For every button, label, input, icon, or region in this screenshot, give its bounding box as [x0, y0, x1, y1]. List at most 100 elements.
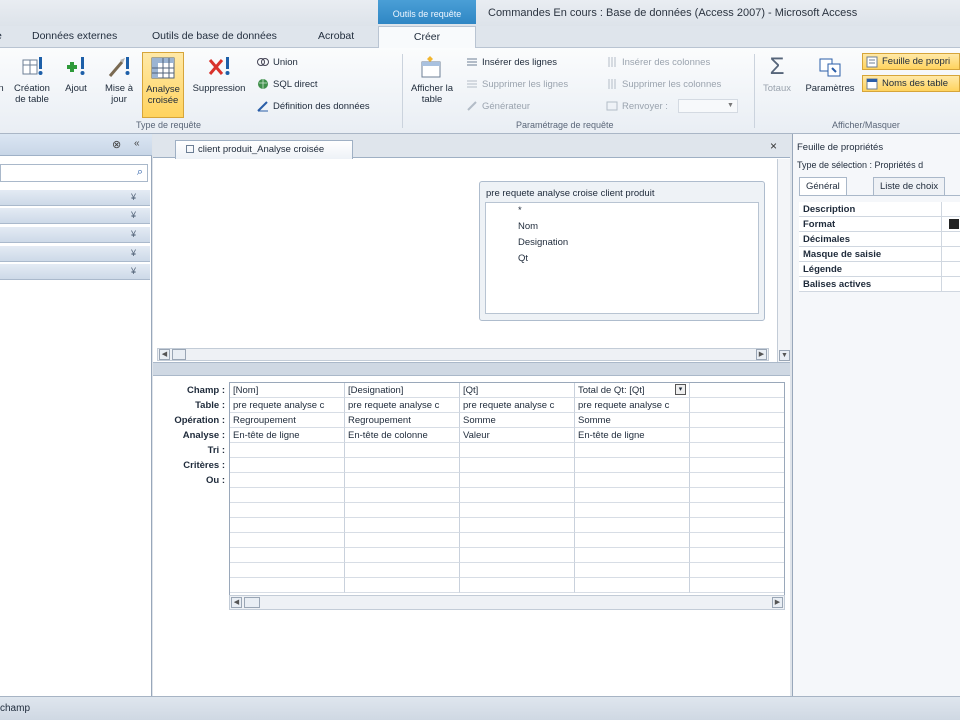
- insert-rows-button[interactable]: Insérer des lignes: [466, 54, 557, 70]
- grid-cell[interactable]: [690, 533, 784, 548]
- grid-cell[interactable]: [345, 563, 460, 578]
- table-names-button[interactable]: Noms des table: [862, 75, 960, 92]
- data-definition-button[interactable]: Définition des données: [257, 98, 370, 114]
- grid-cell-table[interactable]: pre requete analyse c: [230, 398, 345, 413]
- append-button[interactable]: Ajout: [57, 52, 95, 118]
- nav-group-5[interactable]: ¥: [0, 264, 150, 280]
- grid-cell[interactable]: [690, 518, 784, 533]
- grid-cell[interactable]: [575, 533, 690, 548]
- field-item[interactable]: *: [518, 205, 522, 216]
- field-list-window[interactable]: pre requete analyse croise client produi…: [479, 181, 765, 321]
- property-sheet-button[interactable]: Feuille de propri: [862, 53, 960, 70]
- grid-cell[interactable]: [460, 458, 575, 473]
- tab-design[interactable]: Créer: [378, 26, 476, 49]
- property-row-caption[interactable]: Légende: [799, 262, 960, 277]
- scroll-right-icon[interactable]: ▶: [772, 597, 783, 608]
- tab-lookup[interactable]: Liste de choix: [873, 177, 946, 195]
- nav-group-1[interactable]: ¥: [0, 190, 150, 206]
- pass-through-button[interactable]: SQL direct: [257, 76, 318, 92]
- nav-group-4[interactable]: ¥: [0, 246, 150, 262]
- grid-cell[interactable]: [345, 458, 460, 473]
- grid-cell-table[interactable]: [690, 398, 784, 413]
- update-button[interactable]: Mise à jour: [99, 52, 139, 118]
- crosstab-button[interactable]: Analyse croisée: [142, 52, 184, 118]
- scroll-thumb[interactable]: [172, 349, 186, 360]
- grid-cell[interactable]: [690, 563, 784, 578]
- grid-cell[interactable]: [345, 503, 460, 518]
- grid-cell[interactable]: [230, 518, 345, 533]
- field-item[interactable]: Nom: [518, 221, 538, 232]
- grid-cell[interactable]: [460, 503, 575, 518]
- table-pane-h-scrollbar[interactable]: ◀ ▶: [157, 348, 769, 361]
- grid-cell-champ[interactable]: [Nom]: [230, 383, 345, 398]
- grid-cell[interactable]: [345, 518, 460, 533]
- property-row-decimals[interactable]: Décimales: [799, 232, 960, 247]
- grid-cell[interactable]: [345, 548, 460, 563]
- grid-cell-analyse[interactable]: En-tête de colonne: [345, 428, 460, 443]
- field-item[interactable]: Qt: [518, 253, 528, 264]
- builder-button[interactable]: Générateur: [466, 98, 530, 114]
- field-item[interactable]: Designation: [518, 237, 568, 248]
- grid-cell-analyse[interactable]: En-tête de ligne: [230, 428, 345, 443]
- grid-cell[interactable]: [460, 443, 575, 458]
- grid-cell[interactable]: [690, 503, 784, 518]
- grid-cell[interactable]: [230, 548, 345, 563]
- delete-rows-button[interactable]: Supprimer les lignes: [466, 76, 568, 92]
- nav-group-2[interactable]: ¥: [0, 208, 150, 224]
- grid-cell[interactable]: [690, 488, 784, 503]
- totals-button[interactable]: Σ Totaux: [758, 52, 796, 118]
- grid-cell-analyse[interactable]: En-tête de ligne: [575, 428, 690, 443]
- property-row-description[interactable]: Description: [799, 202, 960, 217]
- grid-cell-champ[interactable]: [Designation]: [345, 383, 460, 398]
- grid-cell[interactable]: [575, 473, 690, 488]
- grid-cell[interactable]: [575, 578, 690, 593]
- grid-cell[interactable]: [230, 563, 345, 578]
- grid-cell-table[interactable]: pre requete analyse c: [460, 398, 575, 413]
- nav-search-input[interactable]: ⌕: [0, 164, 148, 182]
- grid-cell[interactable]: [460, 578, 575, 593]
- grid-cell[interactable]: [690, 578, 784, 593]
- grid-cell-champ[interactable]: Total de Qt: [Qt] ▾: [575, 383, 690, 398]
- grid-cell-table[interactable]: pre requete analyse c: [575, 398, 690, 413]
- tab-general[interactable]: Général: [799, 177, 847, 195]
- grid-cell-champ[interactable]: [690, 383, 784, 398]
- grid-cell[interactable]: [575, 518, 690, 533]
- tab-acrobat[interactable]: Acrobat: [318, 30, 354, 42]
- nav-group-3[interactable]: ¥: [0, 227, 150, 243]
- scroll-down-icon[interactable]: ▼: [779, 350, 790, 361]
- grid-cell[interactable]: [575, 443, 690, 458]
- grid-cell[interactable]: [575, 563, 690, 578]
- pane-splitter[interactable]: [153, 362, 790, 376]
- grid-cell[interactable]: [690, 458, 784, 473]
- grid-cell[interactable]: [230, 443, 345, 458]
- property-row-format[interactable]: Format: [799, 217, 960, 232]
- delete-query-button[interactable]: Suppression: [186, 52, 252, 118]
- return-selector[interactable]: Renvoyer : ▼: [606, 98, 738, 114]
- grid-cell-operation[interactable]: Somme: [460, 413, 575, 428]
- tab-create-truncated[interactable]: e: [0, 30, 2, 42]
- scroll-right-icon[interactable]: ▶: [756, 349, 767, 360]
- grid-cell[interactable]: [345, 578, 460, 593]
- document-tab[interactable]: client produit_Analyse croisée: [175, 140, 353, 159]
- grid-cell[interactable]: [230, 488, 345, 503]
- grid-cell[interactable]: [345, 533, 460, 548]
- field-dropdown-icon[interactable]: ▾: [675, 384, 686, 395]
- scroll-left-icon[interactable]: ◀: [159, 349, 170, 360]
- property-row-smart-tags[interactable]: Balises actives: [799, 277, 960, 292]
- collapse-pane-icon[interactable]: «: [134, 138, 140, 149]
- grid-cell[interactable]: [575, 458, 690, 473]
- grid-cell-champ[interactable]: [Qt]: [460, 383, 575, 398]
- grid-cell[interactable]: [460, 548, 575, 563]
- grid-cell[interactable]: [230, 473, 345, 488]
- grid-cell-operation[interactable]: Somme: [575, 413, 690, 428]
- grid-cell[interactable]: [575, 503, 690, 518]
- grid-cell[interactable]: [345, 443, 460, 458]
- grid-cell[interactable]: [460, 473, 575, 488]
- grid-cell[interactable]: [345, 473, 460, 488]
- grid-cell[interactable]: [230, 503, 345, 518]
- scroll-thumb[interactable]: [244, 597, 260, 608]
- union-button[interactable]: Union: [257, 54, 298, 70]
- tab-external-data[interactable]: Données externes: [32, 30, 117, 42]
- grid-cell[interactable]: [460, 518, 575, 533]
- close-icon[interactable]: ×: [770, 139, 777, 153]
